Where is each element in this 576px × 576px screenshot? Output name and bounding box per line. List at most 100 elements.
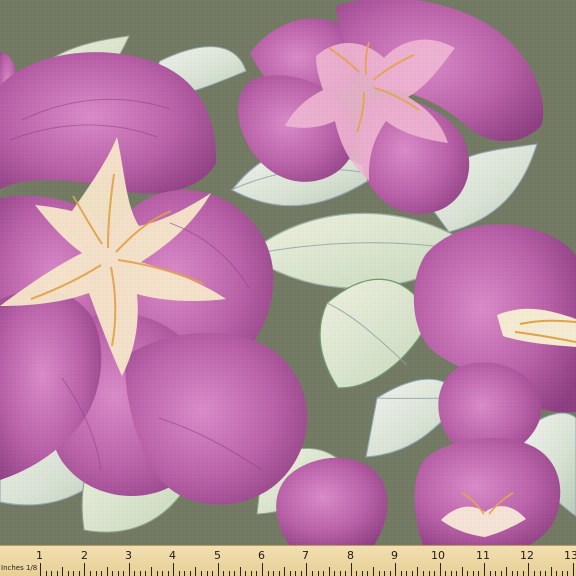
ruler-tick [300,571,302,576]
ruler-tick [339,571,341,576]
ruler-tick [545,571,547,576]
ruler-number-5: 5 [214,549,221,562]
ruler-tick [162,571,164,576]
ruler-number-12: 12 [520,549,534,562]
ruler-tick [295,571,297,576]
ruler-tick [411,571,413,576]
ruler-tick [284,567,286,576]
ruler-tick [145,571,147,576]
ruler-tick [500,571,502,576]
ruler-unit-label: Inches 1/8 [1,564,38,572]
ruler-tick [323,571,325,576]
ruler-tick [528,563,530,576]
ruler-tick [384,571,386,576]
ruler-tick [95,571,97,576]
ruler-tick [134,571,136,576]
ruler-tick [306,563,308,576]
ruler-tick [56,571,58,576]
ruler-tick [373,567,374,576]
ruler-tick [495,571,497,576]
ruler-tick [350,563,352,576]
ruler-tick [467,571,469,576]
ruler-tick [450,571,452,576]
ruler-number-7: 7 [302,549,309,562]
ruler-tick [456,571,458,576]
ruler-tick [334,571,336,576]
ruler-tick [572,563,574,576]
ruler-tick [151,567,152,576]
ruler-tick [273,571,275,576]
ruler-tick [517,571,519,576]
ruler-tick [311,571,313,576]
ruler-tick [550,567,552,576]
ruler-tick [256,571,258,576]
ruler-tick [428,571,430,576]
ruler-tick [556,571,558,576]
ruler-tick [62,567,64,576]
ruler-tick [123,571,125,576]
ruler-tick [478,571,480,576]
ruler-tick [212,571,214,576]
ruler-tick [267,571,269,576]
ruler-tick [506,567,508,576]
ruler-tick [567,571,569,576]
ruler-tick [89,571,91,576]
ruler-tick [245,571,247,576]
ruler-tick [51,571,53,576]
ruler-tick [262,563,263,576]
ruler-tick [250,571,252,576]
ruler-tick [228,571,230,576]
ruler-tick [472,571,474,576]
ruler-number-10: 10 [431,549,445,562]
ruler-tick [361,571,363,576]
ruler-number-3: 3 [125,549,132,562]
ruler-number-11: 11 [476,549,490,562]
ruler-number-6: 6 [258,549,265,562]
ruler-tick [73,571,75,576]
ruler-tick [239,567,241,576]
ruler-tick [389,571,391,576]
ruler-tick [484,563,485,576]
ruler-tick [461,567,463,576]
ruler-tick [367,571,369,576]
ruler-tick [40,563,41,576]
ruler-tick [328,567,330,576]
ruler-tick [434,571,436,576]
ruler-tick [200,571,202,576]
ruler-tick [217,563,219,576]
ruler-tick [223,571,225,576]
ruler-number-8: 8 [347,549,354,562]
ruler-tick [278,571,280,576]
ruler-number-1: 1 [36,549,43,562]
ruler-tick [106,567,108,576]
ruler-tick [378,571,380,576]
ruler-tick [561,571,563,576]
ruler-tick [422,571,424,576]
ruler-tick [195,567,197,576]
ruler-tick [439,563,441,576]
ruler-tick [417,567,419,576]
ruler-tick [156,571,158,576]
ruler-tick [445,571,447,576]
ruler-tick [167,571,169,576]
ruler-tick [139,571,141,576]
ruler-tick [489,571,491,576]
ruler-tick [101,571,103,576]
ruler-number-2: 2 [81,549,88,562]
ruler-tick [511,571,513,576]
ruler-tick [533,571,535,576]
ruler-tick [84,563,86,576]
ruler-tick [206,571,208,576]
ruler-tick [289,571,291,576]
measuring-ruler: Inches 1/8 1 2 3 4 5 6 7 8 9 10 11 12 13 [0,545,576,576]
ruler-tick [395,563,397,576]
ruler-number-9: 9 [391,549,398,562]
ruler-tick [178,571,180,576]
ruler-tick [400,571,402,576]
ruler-tick [356,571,358,576]
ruler-tick [78,571,80,576]
ruler-number-13: 13 [564,549,576,562]
ruler-tick [539,571,541,576]
fabric-print-canvas: Inches 1/8 1 2 3 4 5 6 7 8 9 10 11 12 13 [0,0,576,576]
ruler-tick [234,571,236,576]
